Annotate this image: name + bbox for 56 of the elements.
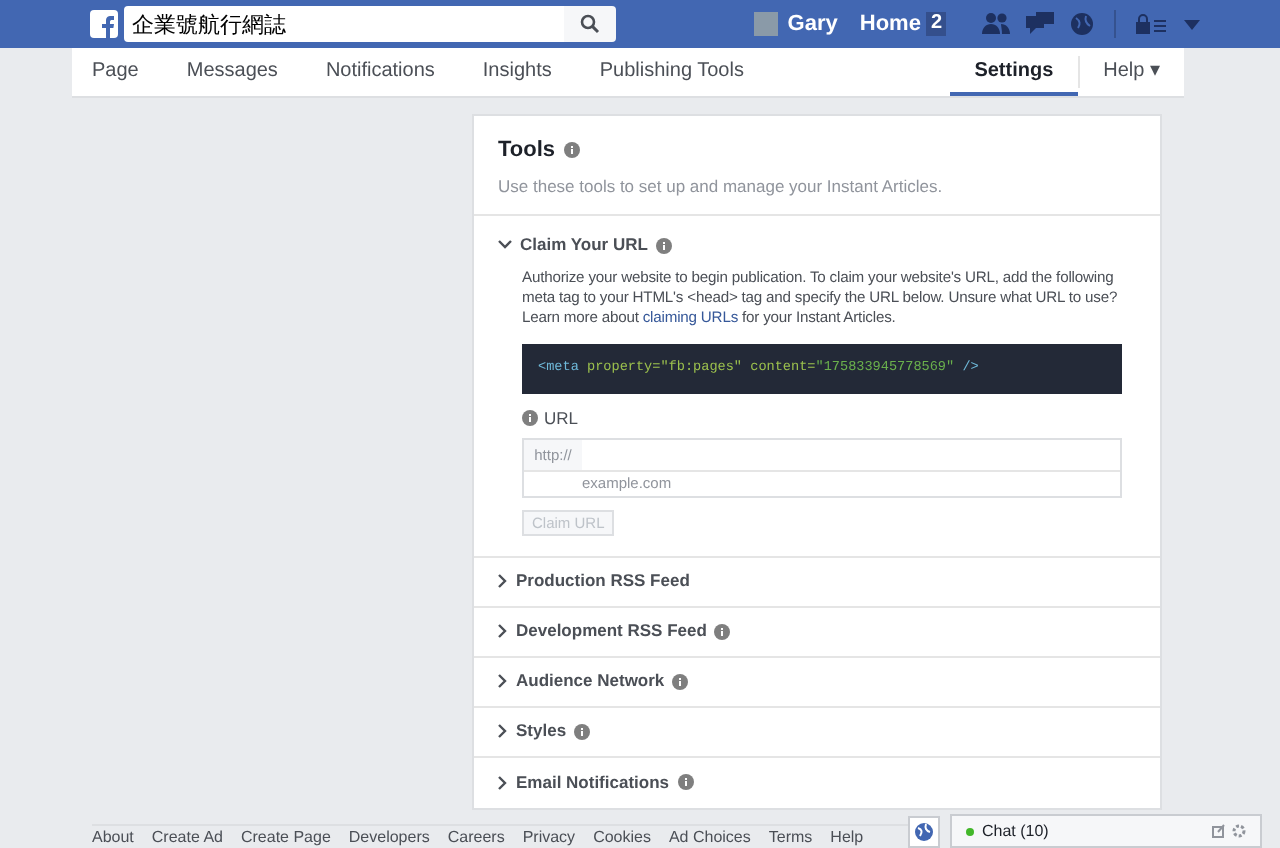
nav-tab[interactable]: Help ▾: [1079, 48, 1184, 96]
globe-icon[interactable]: [1070, 12, 1094, 36]
url-label: URL: [544, 406, 579, 432]
info-icon[interactable]: [714, 623, 731, 640]
home-count-badge: 2: [926, 12, 946, 36]
section-header[interactable]: Development RSS Feed: [498, 618, 731, 645]
footer-link[interactable]: Developers: [348, 828, 430, 848]
info-icon[interactable]: [677, 774, 694, 791]
info-icon[interactable]: [672, 673, 689, 690]
chevron-icon: [498, 775, 508, 790]
chevron-icon: [498, 574, 508, 589]
footer-link[interactable]: Terms: [768, 828, 813, 848]
compose-icon[interactable]: [1212, 824, 1226, 838]
nav-tab[interactable]: Publishing Tools: [575, 48, 768, 96]
nav-tab[interactable]: Messages: [162, 48, 302, 96]
search-icon: [580, 14, 600, 34]
messages-icon[interactable]: [1026, 12, 1054, 36]
info-icon[interactable]: [574, 723, 591, 740]
home-link[interactable]: Home: [859, 7, 921, 41]
chevron-icon: [498, 724, 508, 739]
chevron-icon: [498, 674, 508, 689]
chevron-icon: [498, 240, 512, 251]
section-header[interactable]: Audience Network: [498, 668, 689, 695]
footer-link[interactable]: Create Page: [240, 828, 331, 848]
facebook-logo-icon[interactable]: [90, 10, 118, 38]
info-icon[interactable]: [655, 237, 672, 254]
info-icon[interactable]: [522, 410, 538, 427]
search-field[interactable]: 企業號航行網誌: [124, 6, 564, 42]
footer-link[interactable]: Ad Choices: [668, 828, 751, 848]
card-subtitle: Use these tools to set up and manage your Instant Articles.: [498, 173, 945, 199]
nav-tab[interactable]: Page: [72, 48, 163, 96]
nav-tab[interactable]: Notifications: [301, 48, 459, 96]
section-header[interactable]: Styles: [498, 718, 591, 745]
footer-link[interactable]: Create Ad: [151, 828, 223, 848]
footer-link[interactable]: Help: [830, 828, 864, 848]
friends-icon[interactable]: [982, 12, 1010, 36]
section-header[interactable]: Production RSS Feed: [498, 568, 690, 595]
footer-link[interactable]: Cookies: [593, 828, 651, 848]
user-name-link[interactable]: Gary: [787, 7, 838, 41]
globe-icon: [914, 822, 934, 842]
nav-tab[interactable]: Insights: [458, 48, 576, 96]
footer-link[interactable]: About: [92, 828, 134, 848]
chevron-icon: [498, 624, 508, 639]
settings-icon[interactable]: [1232, 824, 1246, 838]
section-header[interactable]: Email Notifications: [498, 769, 694, 796]
footer-link[interactable]: Privacy: [522, 828, 576, 848]
lock-icon[interactable]: [1136, 14, 1168, 34]
footer-link[interactable]: Careers: [447, 828, 505, 848]
dropdown-caret-icon[interactable]: [1184, 19, 1200, 29]
globe-button[interactable]: [908, 816, 940, 848]
card-title: Tools: [498, 136, 556, 166]
search-button[interactable]: [564, 6, 616, 42]
chat-label: Chat (10): [982, 819, 1049, 843]
info-icon[interactable]: [563, 142, 580, 159]
section-header[interactable]: Claim Your URL: [498, 232, 1136, 258]
chat-bar[interactable]: Chat (10): [950, 814, 1262, 848]
